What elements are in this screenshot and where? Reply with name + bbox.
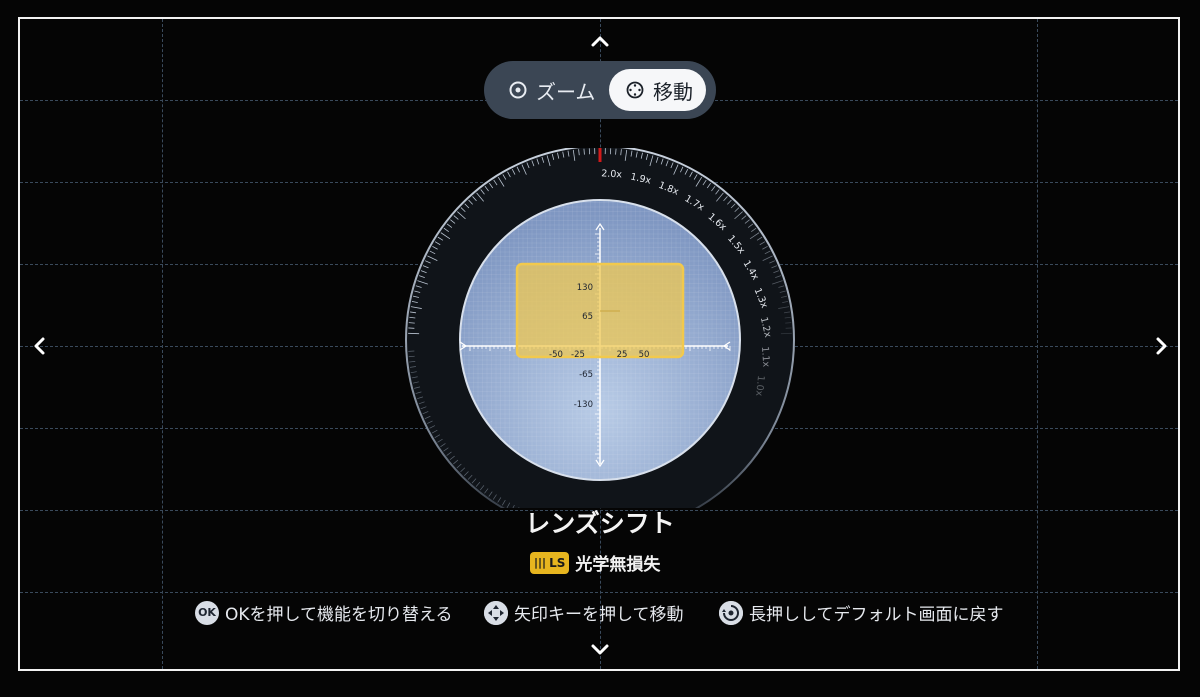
ls-code: LS — [549, 555, 566, 570]
dial-tick — [583, 148, 585, 155]
move-mode-button[interactable]: 移動 — [609, 69, 706, 111]
ls-description: 光学無損失 — [575, 555, 661, 575]
arrow-right-icon[interactable] — [1150, 335, 1172, 357]
x-label-25: 25 — [617, 350, 628, 360]
dial-tick — [615, 148, 617, 155]
long-press-icon — [719, 600, 743, 625]
page-title: レンズシフト — [525, 509, 675, 538]
arrow-up-icon[interactable] — [589, 30, 611, 52]
arrow-left-icon[interactable] — [28, 335, 50, 357]
zoom-scale-label: 1.1x — [759, 346, 771, 368]
y-label-65: 65 — [582, 312, 593, 322]
ls-mark-icon: ||| — [534, 556, 547, 569]
y-label-minus-65: -65 — [579, 370, 593, 380]
hint-long-press-text: 長押ししてデフォルト画面に戻す — [749, 605, 1004, 625]
zoom-mode-label: ズーム — [536, 79, 596, 104]
x-label-minus-50: -50 — [549, 350, 563, 360]
hint-long-press: 長押ししてデフォルト画面に戻す — [719, 600, 1004, 625]
move-mode-label: 移動 — [653, 79, 693, 104]
y-label-minus-130: -130 — [574, 400, 593, 410]
hint-dpad-text: 矢印キーを押して移動 — [514, 605, 684, 625]
dial-tick — [785, 322, 792, 324]
y-label-130: 130 — [577, 283, 593, 293]
zoom-mode-button[interactable]: ズーム — [494, 69, 608, 111]
dpad-icon — [484, 600, 508, 625]
move-icon — [626, 81, 644, 99]
x-label-minus-25: -25 — [571, 350, 585, 360]
zoom-scale-label: 1.0x — [753, 375, 766, 397]
feature-badge: ||| LS 光学無損失 — [530, 550, 660, 575]
hint-dpad: 矢印キーを押して移動 — [484, 600, 684, 625]
ls-badge: ||| LS — [530, 551, 570, 574]
ok-icon: OK — [195, 600, 219, 625]
dial-tick — [408, 322, 415, 324]
zoom-scale-label: 2.0x — [601, 168, 623, 180]
hint-bar: OK OKを押して機能を切り替える 矢印キーを押して移動 長押ししてデフォルト画… — [195, 600, 1015, 626]
zoom-icon — [509, 81, 527, 99]
hint-ok-text: OKを押して機能を切り替える — [225, 605, 453, 625]
mode-toggle: ズーム 移動 — [484, 61, 716, 119]
hint-ok: OK OKを押して機能を切り替える — [195, 600, 453, 625]
arrow-down-icon[interactable] — [589, 638, 611, 660]
lens-shift-screen: ズーム 移動 130 65 -65 -130 -50 -25 25 50 2.0… — [0, 0, 1200, 697]
lens-shift-dial: 130 65 -65 -130 -50 -25 25 50 2.0x 1.9x1.… — [405, 148, 795, 508]
x-label-50: 50 — [639, 350, 650, 360]
